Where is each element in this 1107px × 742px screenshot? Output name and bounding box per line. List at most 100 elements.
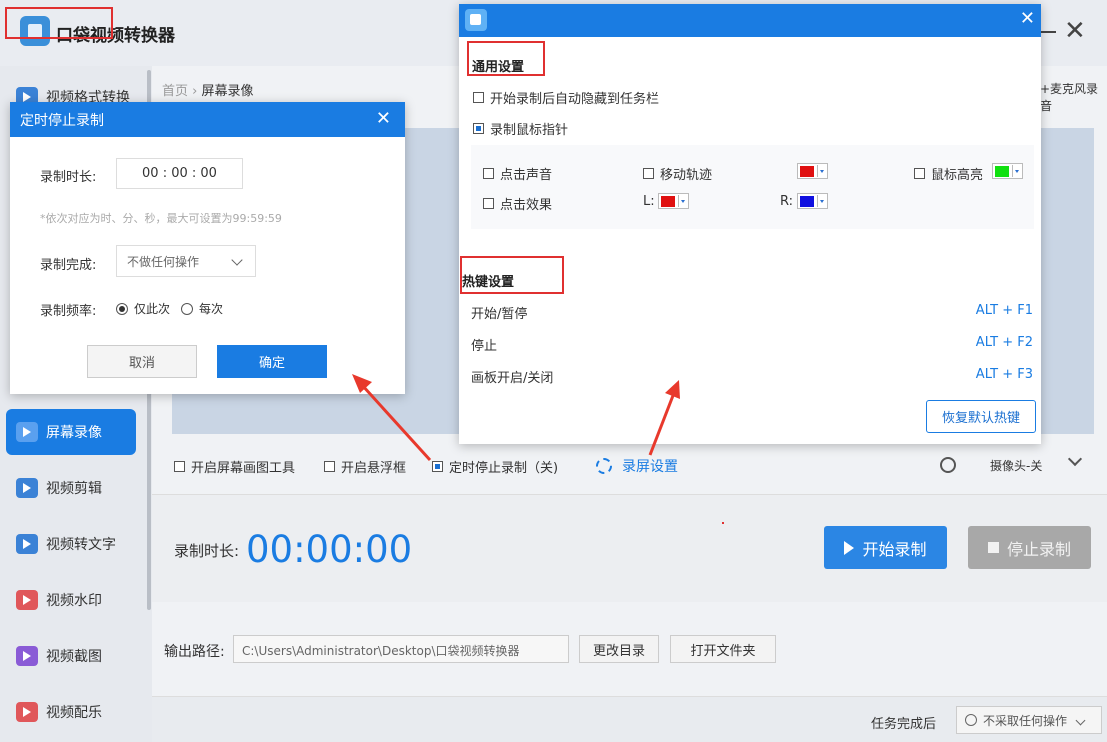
click-sound-label: 点击声音 — [500, 168, 553, 183]
timer-done-select[interactable]: 不做任何操作 — [116, 245, 256, 277]
webcam-icon[interactable] — [940, 457, 956, 473]
chevron-down-icon — [231, 254, 243, 266]
draw-tool-label: 开启屏幕画图工具 — [191, 461, 296, 476]
checkbox-icon — [914, 168, 925, 179]
checkbox-icon — [432, 461, 443, 472]
hotkey-row[interactable]: 画板开启/关闭 ALT + F3 — [471, 367, 1033, 386]
open-folder-button[interactable]: 打开文件夹 — [670, 635, 776, 663]
start-record-button[interactable]: 开始录制 — [824, 526, 947, 569]
checkbox-icon — [174, 461, 185, 472]
checkbox-icon — [324, 461, 335, 472]
timer-done-value: 不做任何操作 — [127, 254, 200, 269]
timer-duration-label: 录制时长: — [40, 170, 97, 185]
close-icon[interactable]: ✕ — [1020, 8, 1035, 29]
task-complete-select[interactable]: 不采取任何操作 — [956, 706, 1102, 734]
hotkey-action: 开始/暂停 — [471, 307, 528, 322]
cursor-highlight-checkbox[interactable]: 鼠标高亮 — [914, 164, 983, 183]
timed-stop-checkbox[interactable]: 定时停止录制（关) — [432, 457, 558, 476]
highlight-color-picker[interactable] — [992, 163, 1023, 179]
checkbox-icon — [643, 168, 654, 179]
output-path-field[interactable]: C:\Users\Administrator\Desktop\口袋视频转换器 — [233, 635, 569, 663]
hotkey-row[interactable]: 停止 ALT + F2 — [471, 335, 1033, 354]
hotkey-key[interactable]: ALT + F2 — [976, 335, 1033, 354]
close-icon[interactable]: ✕ — [1064, 18, 1086, 44]
record-settings-link[interactable]: 录屏设置 — [596, 456, 678, 476]
move-track-color-picker[interactable] — [797, 163, 828, 179]
freq-every-label: 每次 — [199, 302, 224, 316]
radio-icon — [181, 302, 193, 315]
close-icon[interactable]: ✕ — [376, 108, 391, 129]
sidebar-item-screen-record[interactable]: 屏幕录像 — [6, 409, 136, 455]
left-click-color-picker[interactable] — [658, 193, 689, 209]
hotkey-row[interactable]: 开始/暂停 ALT + F1 — [471, 303, 1033, 322]
output-path-label: 输出路径: — [164, 644, 225, 660]
screen-record-icon — [16, 422, 38, 442]
start-record-label: 开始录制 — [862, 539, 927, 559]
record-cursor-checkbox[interactable]: 录制鼠标指针 — [473, 119, 568, 138]
move-track-label: 移动轨迹 — [660, 168, 713, 183]
click-effect-checkbox[interactable]: 点击效果 — [483, 194, 552, 213]
change-dir-button[interactable]: 更改目录 — [579, 635, 659, 663]
hotkey-key[interactable]: ALT + F1 — [976, 303, 1033, 322]
hotkey-key[interactable]: ALT + F3 — [976, 367, 1033, 386]
restore-hotkeys-button[interactable]: 恢复默认热键 — [926, 400, 1036, 433]
play-icon — [844, 540, 855, 555]
timer-hint: *依次对应为时、分、秒，最大可设置为99:59:59 — [40, 212, 282, 225]
stop-record-button[interactable]: 停止录制 — [968, 526, 1091, 569]
sidebar-item-video-edit[interactable]: 视频剪辑 — [6, 465, 136, 511]
sidebar-item-label: 视频配乐 — [46, 705, 102, 721]
freq-once-label: 仅此次 — [134, 302, 171, 316]
checkbox-icon — [483, 168, 494, 179]
sidebar-item-label: 视频剪辑 — [46, 481, 102, 497]
left-click-label: L: — [643, 194, 655, 209]
video-edit-icon — [16, 478, 38, 498]
timer-duration-input[interactable]: 00 : 00 : 00 — [116, 158, 243, 189]
move-track-checkbox[interactable]: 移动轨迹 — [643, 164, 712, 183]
red-dot — [722, 522, 724, 524]
record-settings-label: 录屏设置 — [622, 459, 678, 475]
right-click-color-picker[interactable] — [797, 193, 828, 209]
freq-once-radio[interactable]: 仅此次 — [116, 300, 170, 317]
sidebar-item-watermark[interactable]: 视频水印 — [6, 577, 136, 623]
sidebar-item-label: 视频水印 — [46, 593, 102, 609]
right-click-label: R: — [780, 194, 794, 209]
auto-hide-checkbox[interactable]: 开始录制后自动隐藏到任务栏 — [473, 88, 659, 107]
highlight-box — [467, 41, 545, 76]
gear-icon — [596, 458, 612, 474]
hotkey-action: 停止 — [471, 339, 498, 354]
cancel-button[interactable]: 取消 — [87, 345, 197, 378]
color-swatch — [661, 195, 675, 207]
chevron-down-icon — [817, 165, 825, 177]
record-duration-value: 00:00:00 — [246, 528, 413, 571]
checkbox-icon — [483, 198, 494, 209]
dialog-header: ✕ — [459, 4, 1041, 37]
chevron-down-icon — [1012, 165, 1020, 177]
mic-record-label[interactable]: +麦克风录音 — [1040, 80, 1107, 114]
dialog-title: 定时停止录制 — [20, 112, 104, 129]
task-complete-label: 任务完成后 — [871, 717, 937, 732]
timed-stop-label: 定时停止录制（关) — [449, 461, 559, 476]
hotkey-action: 画板开启/关闭 — [471, 371, 554, 386]
sidebar-item-label: 视频转文字 — [46, 537, 116, 553]
freq-every-radio[interactable]: 每次 — [181, 300, 223, 317]
click-sound-checkbox[interactable]: 点击声音 — [483, 164, 552, 183]
sidebar-item-label: 屏幕录像 — [46, 425, 102, 441]
sidebar-item-screenshot[interactable]: 视频截图 — [6, 633, 136, 679]
sidebar-item-music[interactable]: 视频配乐 — [6, 689, 136, 735]
music-icon — [16, 702, 38, 722]
no-action-icon — [965, 714, 977, 726]
draw-tool-checkbox[interactable]: 开启屏幕画图工具 — [174, 457, 295, 476]
highlight-box — [460, 256, 564, 294]
cursor-options-panel — [471, 145, 1034, 229]
minimize-icon[interactable] — [1040, 31, 1056, 33]
ok-button[interactable]: 确定 — [217, 345, 327, 378]
breadcrumb: 首页 › 屏幕录像 — [162, 80, 254, 99]
screenshot-icon — [16, 646, 38, 666]
highlight-box — [5, 7, 113, 39]
record-cursor-label: 录制鼠标指针 — [490, 123, 569, 138]
cursor-highlight-label: 鼠标高亮 — [931, 168, 984, 183]
sidebar-item-video-to-text[interactable]: 视频转文字 — [6, 521, 136, 567]
auto-hide-label: 开始录制后自动隐藏到任务栏 — [490, 92, 660, 107]
float-box-checkbox[interactable]: 开启悬浮框 — [324, 457, 406, 476]
breadcrumb-home[interactable]: 首页 — [162, 84, 188, 99]
